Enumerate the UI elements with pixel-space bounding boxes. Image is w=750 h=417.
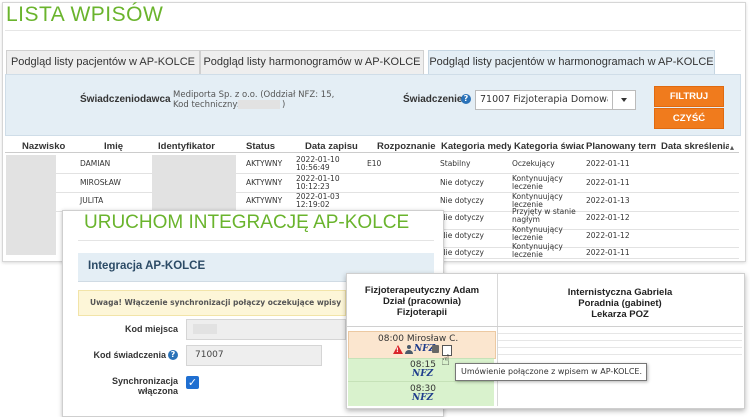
- empty-row-line: [498, 354, 742, 355]
- tooltip-text: Umówienie połączone z wpisem w AP-KOLCE.: [461, 367, 643, 376]
- schedule-column-header[interactable]: Internistyczna Gabriela Poradnia (gabine…: [498, 287, 742, 320]
- service-code-value: 71007: [195, 350, 224, 360]
- col-header-status[interactable]: Status: [246, 141, 286, 152]
- header-divider: [347, 326, 743, 327]
- help-icon[interactable]: ?: [168, 350, 178, 360]
- sort-icon[interactable]: ▴: [730, 143, 734, 152]
- integration-section-title: Integracja AP-KOLCE: [88, 260, 206, 272]
- title-divider: [5, 30, 741, 31]
- cell-kategoria-medyczna: Nie dotyczy: [440, 178, 484, 187]
- place-code-input[interactable]: [186, 319, 346, 340]
- tooltip: Umówienie połączone z wpisem w AP-KOLCE.: [455, 363, 647, 381]
- service-select[interactable]: 71007 Fizjoterapia Domowa; Al: [475, 90, 613, 110]
- cell-kategoria-medyczna: Nie dotyczy: [440, 231, 484, 240]
- tab-patients[interactable]: Podgląd listy pacjentów w AP-KOLCE: [6, 50, 200, 74]
- filter-button[interactable]: FILTRUJ: [654, 86, 724, 107]
- empty-row-line: [498, 340, 742, 341]
- column-title-line: Lekarza POZ: [591, 309, 649, 320]
- cell-status: AKTYWNY: [246, 196, 283, 205]
- cell-planowany-termin: 2022-01-11: [586, 159, 630, 168]
- nfz-logo: NFZ: [412, 393, 434, 403]
- cell-kategoria-swiadczenia-2: leczenie: [512, 250, 543, 259]
- provider-label: Świadczeniodawca: [80, 94, 171, 105]
- dropdown-caret-icon: [621, 98, 627, 102]
- provider-code-label: Kod techniczny:: [173, 100, 240, 110]
- slot-time: 08:00: [378, 334, 404, 344]
- cell-kategoria-swiadczenia-2: leczenie: [512, 182, 543, 191]
- schedule-column-header[interactable]: Fizjoterapeutyczny Adam Dział (pracownia…: [348, 285, 496, 318]
- sync-label-line2: włączona: [137, 386, 178, 396]
- tab-schedules[interactable]: Podgląd listy harmonogramów w AP-KOLCE: [200, 50, 424, 74]
- provider-code-tail: ): [282, 100, 286, 110]
- cell-kategoria-swiadczenia-2: nagłym: [512, 215, 540, 224]
- cell-rozpoznanie: E10: [367, 159, 382, 168]
- service-select-toggle[interactable]: [612, 90, 636, 110]
- col-header-kategoria-swiadczenia[interactable]: Kategoria świadc: [514, 141, 584, 152]
- place-code-label: Kod miejsca: [124, 324, 178, 334]
- cell-planowany-termin: 2022-01-12: [586, 213, 630, 222]
- warning-icon-mark: !: [396, 347, 399, 354]
- integration-dialog-title: URUCHOM INTEGRACJĘ AP-KOLCE: [84, 212, 410, 233]
- table-header-divider: [5, 152, 739, 153]
- service-code-label: Kod świadczenia: [93, 350, 166, 360]
- col-header-kategoria-medyczna[interactable]: Kategoria medyc: [441, 141, 511, 152]
- clear-button[interactable]: CZYŚĆ: [654, 108, 724, 129]
- cell-kategoria-medyczna: Nie dotyczy: [440, 213, 484, 222]
- cell-planowany-termin: 2022-01-13: [586, 196, 630, 205]
- cell-kategoria-swiadczenia: Oczekujący: [512, 159, 555, 168]
- cell-planowany-termin: 2022-01-11: [586, 248, 630, 257]
- nfz-logo: NFZ: [412, 369, 434, 379]
- dialog-divider: [78, 240, 434, 241]
- column-title-line: Fizjoterapeutyczny Adam: [364, 285, 480, 296]
- cell-status: AKTYWNY: [246, 159, 283, 168]
- cell-kategoria-medyczna: Nie dotyczy: [440, 248, 484, 257]
- cell-czas-zapisu: 10:56:49: [296, 163, 330, 172]
- cell-planowany-termin: 2022-01-11: [586, 178, 630, 187]
- service-select-value: 71007 Fizjoterapia Domowa; Al: [480, 94, 608, 105]
- column-title-line: Internistyczna Gabriela: [567, 287, 673, 298]
- provider-code-redacted: [238, 100, 280, 109]
- tab-patients-in-schedules[interactable]: Podgląd listy pacjentów w harmonogramach…: [428, 50, 715, 74]
- slot-label: 08:00 Mirosław C.: [378, 334, 458, 344]
- cell-kategoria-medyczna: Stabilny: [440, 159, 471, 168]
- column-title-line: Fizjoterapii: [396, 307, 448, 318]
- cell-imie: JULITA: [80, 196, 104, 205]
- sync-label: Synchronizacja włączona: [80, 376, 178, 396]
- place-code-redacted: [193, 324, 217, 334]
- cell-status: AKTYWNY: [246, 178, 283, 187]
- warning-text: Uwaga! Włączenie synchronizacji połączy …: [90, 298, 344, 307]
- help-icon[interactable]: ?: [461, 94, 471, 104]
- col-header-data-skreslenia[interactable]: Data skreślenia: [661, 141, 729, 152]
- column-title-line: Dział (pracownia): [382, 296, 462, 307]
- page-title: LISTA WPISÓW: [6, 3, 164, 26]
- cell-imie: DAMIAN: [80, 159, 111, 168]
- col-header-data-zapisu[interactable]: Data zapisu: [305, 141, 365, 152]
- apkolce-link-icon[interactable]: [432, 345, 439, 353]
- sync-label-line1: Synchronizacja: [111, 376, 178, 386]
- col-header-nazwisko[interactable]: Nazwisko: [22, 141, 72, 152]
- cell-czas-zapisu: 12:19:02: [296, 200, 330, 209]
- empty-row-line: [498, 347, 742, 348]
- col-header-imie[interactable]: Imię: [104, 141, 144, 152]
- col-header-identyfikator[interactable]: Identyfikator: [158, 141, 228, 152]
- cell-czas-zapisu: 10:12:23: [296, 182, 330, 191]
- provider-name: Mediporta Sp. z o.o. (Oddział NFZ: 15,: [173, 90, 335, 100]
- cell-planowany-termin: 2022-01-12: [586, 231, 630, 240]
- col-header-rozpoznanie[interactable]: Rozpoznanie: [377, 141, 439, 152]
- empty-row-line: [498, 333, 742, 334]
- col-header-planowany-termin[interactable]: Planowany termi: [586, 141, 656, 152]
- cell-imie: MIROSŁAW: [80, 178, 121, 187]
- service-code-input[interactable]: 71007: [186, 345, 322, 366]
- hand-cursor-icon: ☝: [441, 351, 451, 369]
- slot-patient: Mirosław C.: [406, 334, 459, 344]
- user-icon: [405, 345, 413, 354]
- service-label: Świadczenie: [403, 94, 463, 105]
- cell-kategoria-medyczna: Nie dotyczy: [440, 196, 484, 205]
- checkbox-checked-icon[interactable]: ✓: [186, 376, 199, 389]
- column-title-line: Poradnia (gabinet): [578, 298, 662, 309]
